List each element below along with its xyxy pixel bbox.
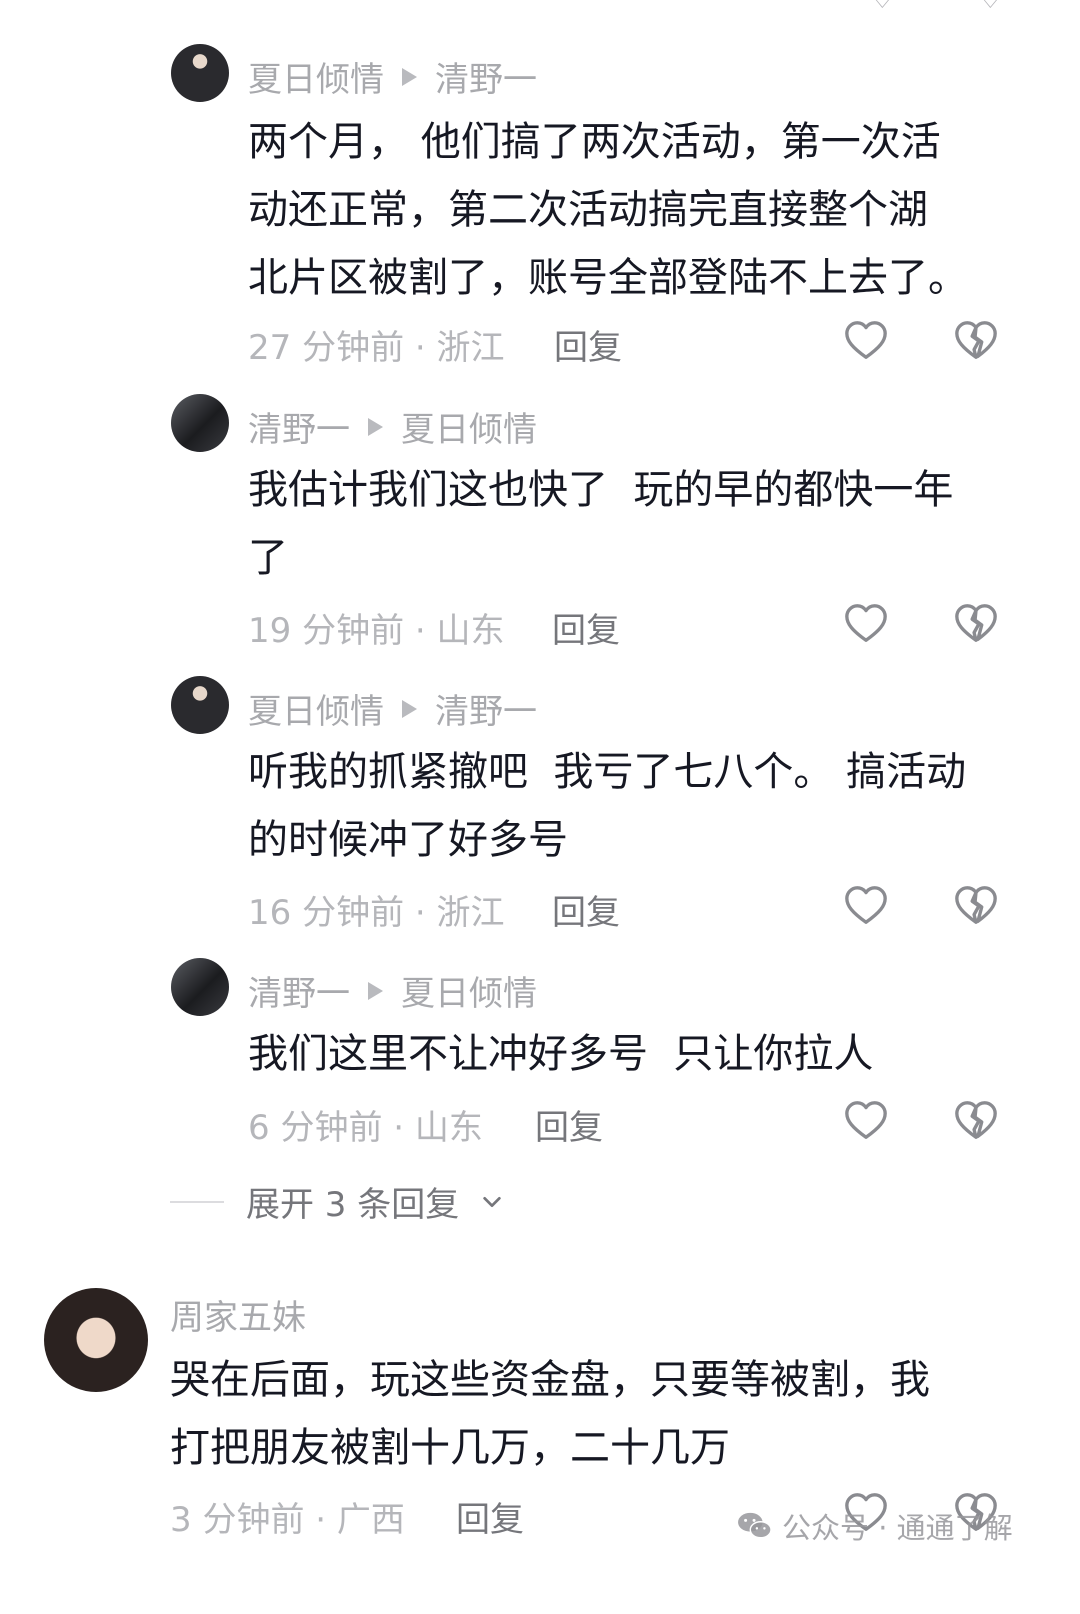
reply-button[interactable]: 回复 [554, 320, 622, 369]
dislike-broken-heart-icon[interactable] [953, 1098, 999, 1144]
comment-meta: 6 分钟前 · 山东 [248, 1108, 483, 1148]
author-name[interactable]: 夏日倾情 [248, 52, 384, 101]
reply-arrow-icon [368, 981, 383, 1000]
like-icon[interactable]: ♡ [868, 0, 897, 16]
author-name[interactable]: 清野一 [248, 966, 350, 1015]
reply-header: 清野一 夏日倾情 [248, 966, 537, 1015]
reply-button[interactable]: 回复 [552, 603, 620, 652]
comment-meta: 27 分钟前 · 浙江 [248, 328, 505, 368]
reply-header: 清野一 夏日倾情 [248, 402, 537, 451]
comment-text: 我估计我们这也快了 玩的早的都快一年 了 [248, 467, 954, 581]
dislike-icon[interactable]: ♡ [976, 0, 1005, 16]
reply-to-name[interactable]: 清野一 [435, 52, 537, 101]
expand-replies-label: 展开 3 条回复 [246, 1185, 460, 1225]
comment-text: 两个月， 他们搞了两次活动，第一次活 动还正常，第二次活动搞完直接整个湖 北片区… [248, 119, 968, 301]
reply-button[interactable]: 回复 [456, 1492, 524, 1541]
reply-button[interactable]: 回复 [535, 1100, 603, 1149]
author-name[interactable]: 清野一 [248, 402, 350, 451]
reply-arrow-icon [402, 67, 417, 86]
comment-text: 听我的抓紧撤吧 我亏了七八个。 搞活动 的时候冲了好多号 [248, 749, 967, 863]
reply-header: 夏日倾情 清野一 [248, 684, 537, 733]
watermark: 公众号 · 通通了解 [736, 1505, 1013, 1547]
reply-to-name[interactable]: 夏日倾情 [401, 402, 537, 451]
previous-comment-clipped: ♡ ♡ [248, 0, 1028, 18]
expand-replies-button[interactable]: 展开 3 条回复 [170, 1177, 503, 1226]
author-name[interactable]: 周家五妹 [170, 1290, 306, 1339]
watermark-text: 公众号 · 通通了解 [782, 1511, 1013, 1545]
dislike-broken-heart-icon[interactable] [953, 318, 999, 364]
wechat-icon [738, 1512, 772, 1539]
reply-button[interactable]: 回复 [552, 885, 620, 934]
avatar[interactable] [44, 1288, 148, 1392]
author-name[interactable]: 夏日倾情 [248, 684, 384, 733]
like-heart-icon[interactable] [843, 1098, 889, 1144]
comment-meta: 19 分钟前 · 山东 [248, 611, 505, 651]
comment-header: 周家五妹 [170, 1290, 306, 1339]
divider [170, 1200, 224, 1203]
dislike-broken-heart-icon[interactable] [953, 601, 999, 647]
comment-meta: 3 分钟前 · 广西 [170, 1500, 405, 1540]
comment-text: 我们这里不让冲好多号 只让你拉人 [248, 1031, 874, 1077]
comment-meta: 16 分钟前 · 浙江 [248, 893, 505, 933]
avatar[interactable] [171, 394, 229, 452]
reply-arrow-icon [368, 417, 383, 436]
reply-to-name[interactable]: 清野一 [435, 684, 537, 733]
chevron-down-icon [483, 1196, 501, 1207]
reply-arrow-icon [402, 699, 417, 718]
like-heart-icon[interactable] [843, 601, 889, 647]
comment-text: 哭在后面，玩这些资金盘，只要等被割，我 打把朋友被割十几万，二十几万 [170, 1357, 930, 1471]
avatar[interactable] [171, 676, 229, 734]
reply-to-name[interactable]: 夏日倾情 [401, 966, 537, 1015]
like-heart-icon[interactable] [843, 318, 889, 364]
like-heart-icon[interactable] [843, 883, 889, 929]
reply-header: 夏日倾情 清野一 [248, 52, 537, 101]
avatar[interactable] [171, 958, 229, 1016]
avatar[interactable] [171, 44, 229, 102]
dislike-broken-heart-icon[interactable] [953, 883, 999, 929]
